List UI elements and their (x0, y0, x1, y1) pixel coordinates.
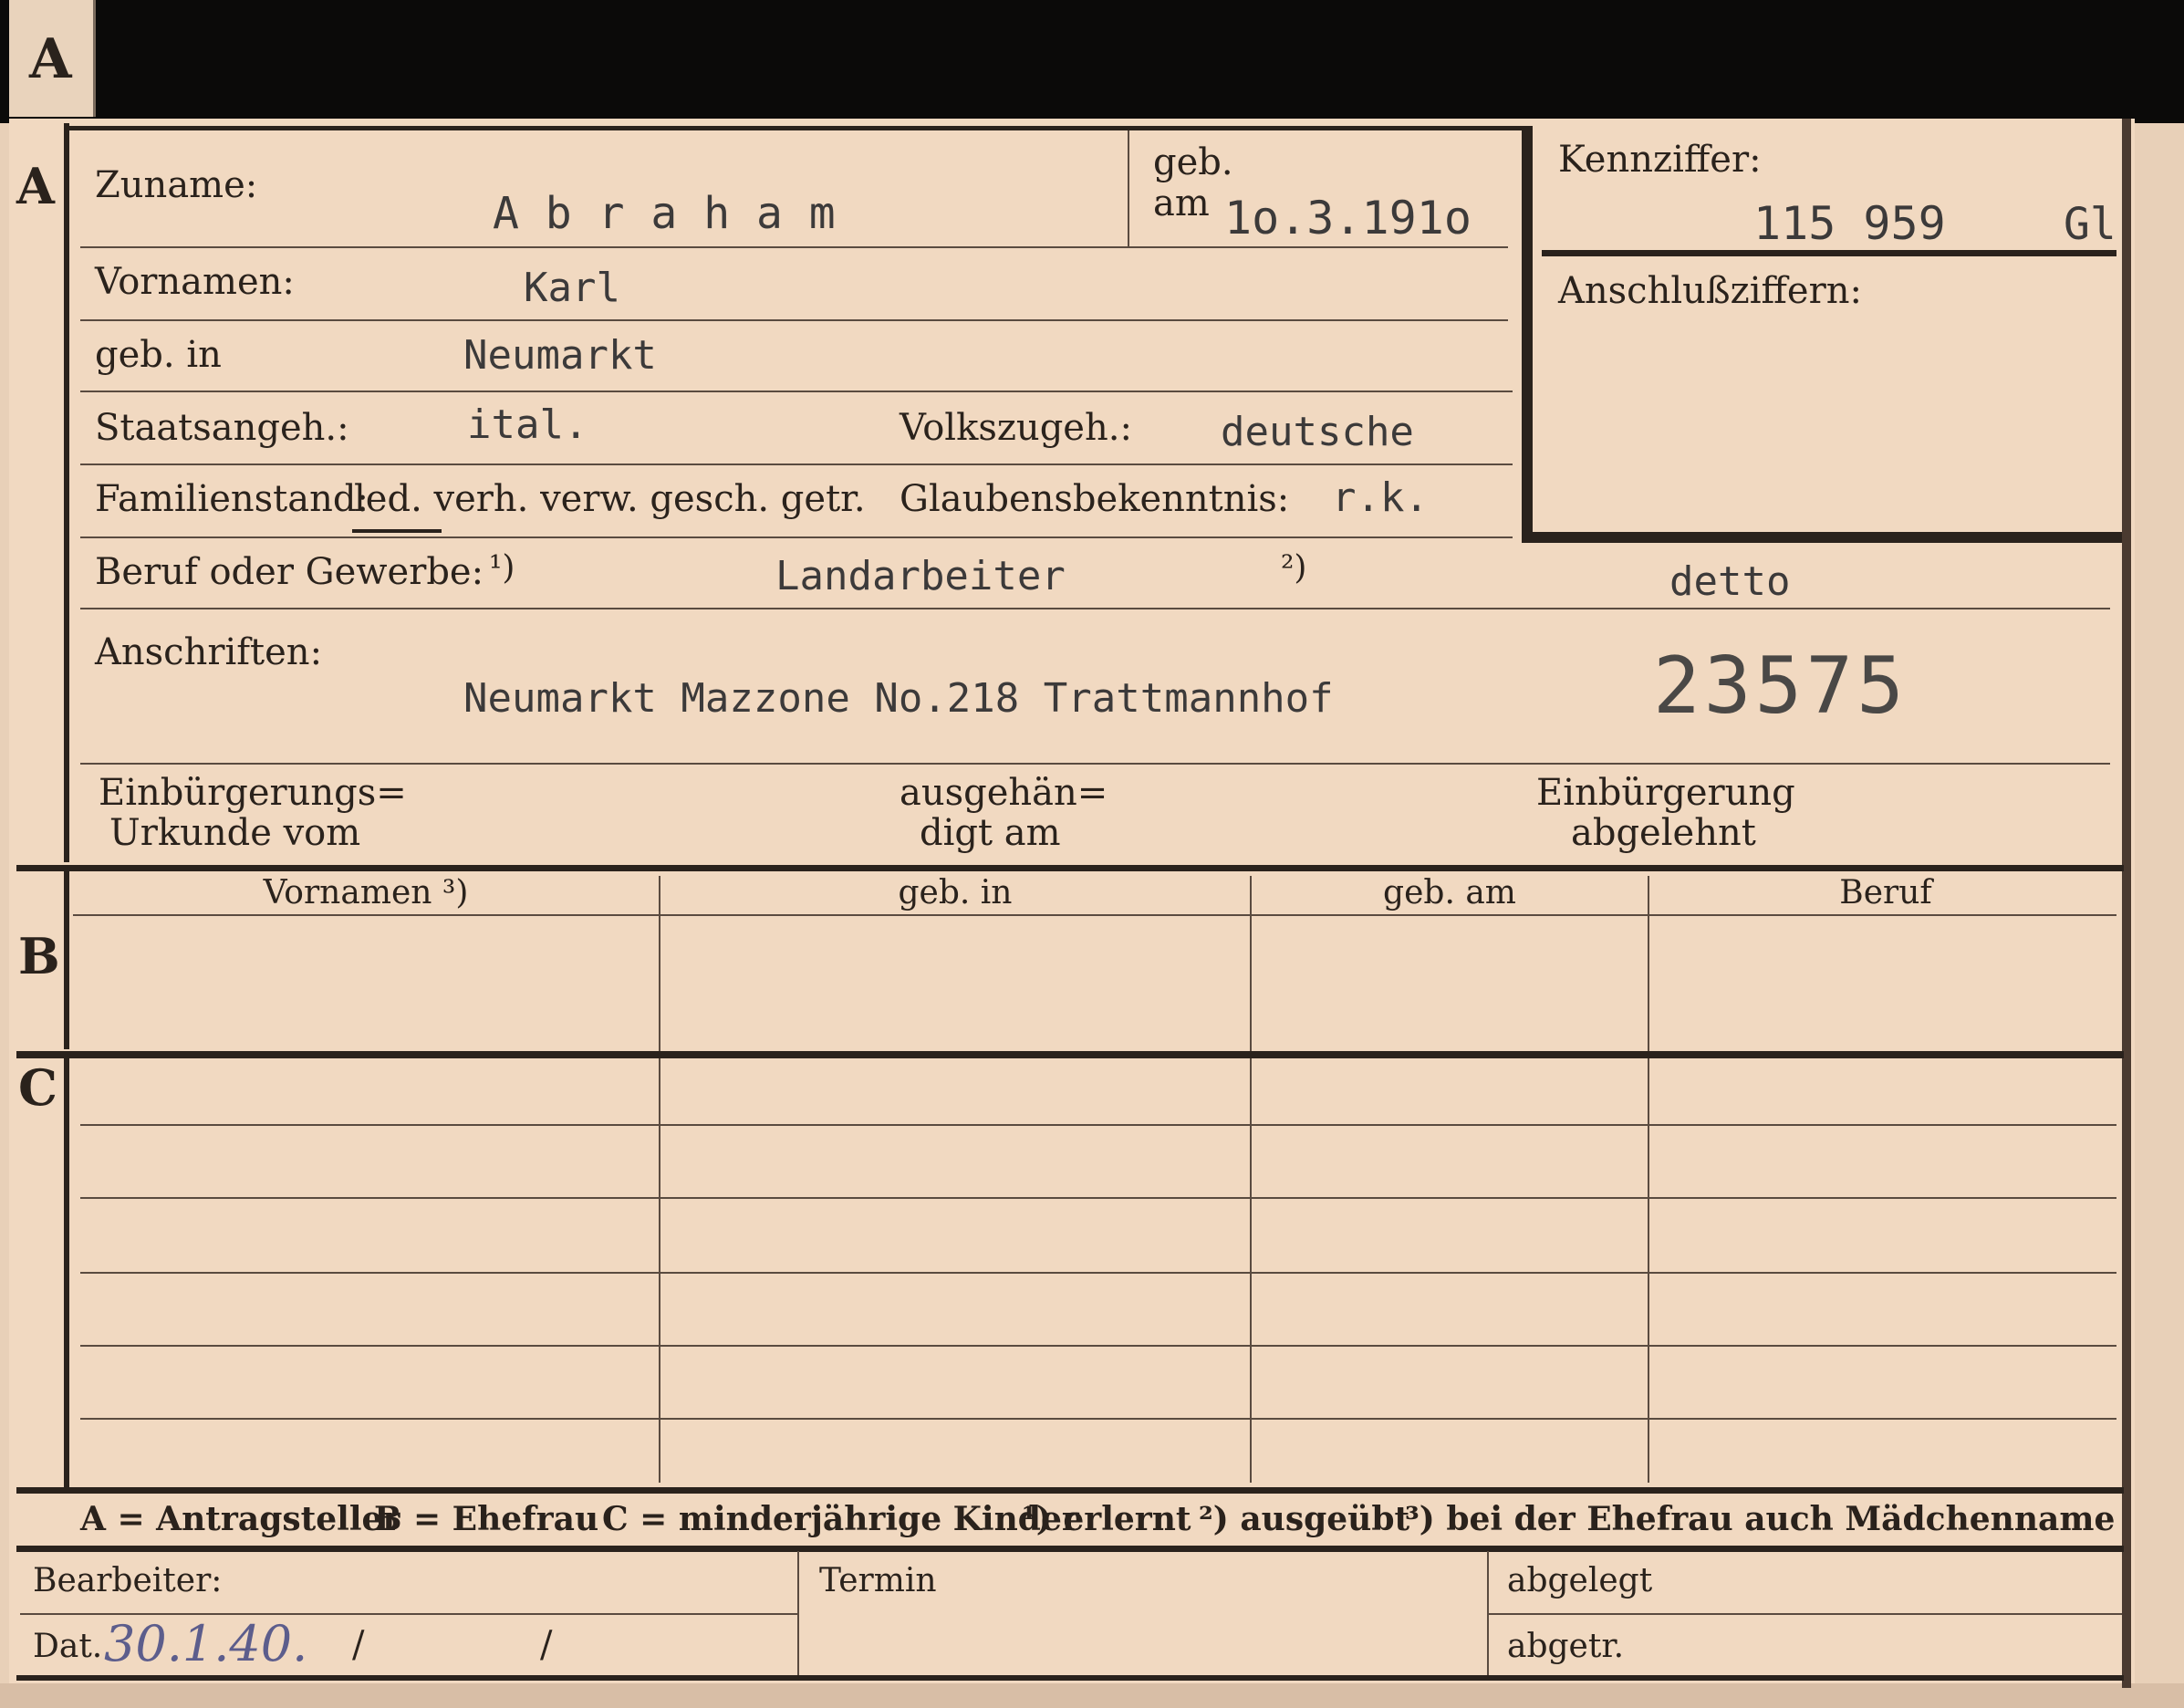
kennziffer-box-left (1522, 126, 1533, 541)
rule-vornamen (80, 319, 1508, 321)
table-row (80, 1345, 2116, 1347)
rule-zuname (80, 246, 1508, 248)
abgetr-label: abgetr. (1507, 1628, 1625, 1665)
table-row (80, 1124, 2116, 1126)
zuname-value: A b r a h a m (493, 188, 836, 239)
section-b-border (64, 867, 69, 1049)
dat-handwritten: 30.1.40. (104, 1615, 308, 1672)
footer-top-rule (16, 1546, 2124, 1552)
ausgehaendigt-line2: digt am (920, 812, 1061, 854)
ausgehaendigt-line1: ausgehän= (900, 772, 1108, 814)
gebin-label: geb. in (95, 334, 222, 376)
section-a-letter: A (16, 157, 55, 215)
familienstand-mark (352, 529, 442, 533)
bearbeiter-label: Bearbeiter: (33, 1562, 223, 1599)
einbuergerung-urkunde-line2: Urkunde vom (109, 812, 361, 854)
legend-note3: ³) bei der Ehefrau auch Mädchenname (1405, 1500, 2116, 1538)
section-a-border (64, 123, 69, 862)
anschriften-label: Anschriften: (95, 631, 323, 673)
divider-geb (1128, 130, 1129, 246)
abgelehnt-line1: Einbürgerung (1536, 772, 1795, 814)
gebin-value: Neumarkt (463, 332, 657, 379)
rule-familie (80, 536, 1513, 538)
bottom-rule (16, 1675, 2124, 1681)
legend-b: B = Ehefrau (374, 1500, 599, 1538)
legend-top-rule (16, 1487, 2124, 1494)
einbuergerung-urkunde-line1: Einbürgerungs= (99, 772, 407, 814)
dat-slash-2: / (540, 1624, 553, 1666)
abgelehnt-line2: abgelehnt (1571, 812, 1756, 854)
header-gebin: geb. in (898, 874, 1013, 911)
header-beruf: Beruf (1839, 874, 1932, 911)
dat-label: Dat. (33, 1628, 103, 1665)
table-row (80, 1272, 2116, 1274)
footer-rule-right (1489, 1613, 2122, 1615)
glaubensbekenntnis-value: r.k. (1332, 474, 1429, 521)
kennziffer-label: Kennziffer: (1558, 139, 1762, 181)
geb-am-value: 1o.3.191o (1224, 192, 1472, 245)
termin-label: Termin (819, 1562, 937, 1599)
glaubensbekenntnis-label: Glaubensbekenntnis: (900, 478, 1290, 520)
volkszugeh-value: deutsche (1221, 409, 1414, 455)
am-label: am (1153, 182, 1210, 224)
anschlussziffern-label: Anschlußziffern: (1558, 270, 1862, 312)
kennziffer-rule (1542, 250, 2116, 256)
col-divider-2 (1250, 876, 1252, 1483)
table-row (80, 1197, 2116, 1199)
legend-a: A = Antragsteller (80, 1500, 400, 1538)
header-gebam: geb. am (1383, 874, 1516, 911)
volkszugeh-label: Volkszugeh.: (900, 407, 1132, 449)
top-dark-background (0, 0, 2184, 123)
section-c-letter: C (18, 1058, 57, 1117)
staatsangeh-value: ital. (467, 401, 588, 448)
zuname-label: Zuname: (95, 164, 258, 206)
col-divider-3 (1648, 876, 1649, 1483)
vornamen-value: Karl (524, 265, 620, 311)
footer-divider-1 (797, 1551, 799, 1679)
vornamen-label: Vornamen: (95, 261, 295, 303)
col-divider-1 (659, 876, 660, 1483)
rule-staat (80, 463, 1513, 465)
section-b-letter: B (18, 927, 60, 985)
stamp-number: 23575 (1653, 640, 1908, 732)
familienstand-label: Familienstand: (95, 478, 369, 520)
section-c-top-rule (16, 1051, 2124, 1058)
tab-letter: A (29, 27, 72, 91)
table-header-rule (73, 914, 2116, 916)
staatsangeh-label: Staatsangeh.: (95, 407, 349, 449)
rule-beruf (80, 608, 2110, 609)
familienstand-options: led. verh. verw. gesch. getr. (354, 478, 866, 520)
section-b-top-rule (16, 865, 2124, 871)
beruf-label: Beruf oder Gewerbe: (95, 551, 484, 593)
legend-note2: ²) ausgeübt (1199, 1500, 1410, 1538)
header-vornamen: Vornamen ³) (263, 874, 469, 911)
beruf-erlernt-value: Landarbeiter (775, 553, 1066, 599)
dat-slash-1: / (352, 1624, 365, 1666)
abgelegt-label: abgelegt (1507, 1562, 1653, 1599)
rule-anschriften (80, 763, 2110, 765)
right-border (2122, 119, 2131, 1688)
geb-label: geb. (1153, 141, 1233, 183)
table-row (80, 1418, 2116, 1420)
note1-marker: ¹) (489, 549, 515, 587)
section-c-border (64, 1058, 69, 1487)
kennziffer-box-bottom (1522, 532, 2122, 543)
beruf-ausgeuebt-value: detto (1669, 558, 1791, 605)
top-rule (69, 126, 1524, 130)
kennziffer-value: 115 959 (1753, 197, 1946, 250)
rule-gebin (80, 391, 1513, 392)
kennziffer-suffix: Gl (2064, 199, 2116, 250)
note2-marker: ²) (1281, 549, 1307, 587)
card-edge (0, 1683, 2184, 1708)
index-tab: A (9, 0, 96, 117)
legend-note1: ¹) erlernt (1022, 1500, 1191, 1538)
footer-divider-2 (1487, 1551, 1489, 1679)
legend-c: C = minderjährige Kinder (602, 1500, 1079, 1538)
anschrift-value: Neumarkt Mazzone No.218 Trattmannhof (463, 675, 1334, 722)
